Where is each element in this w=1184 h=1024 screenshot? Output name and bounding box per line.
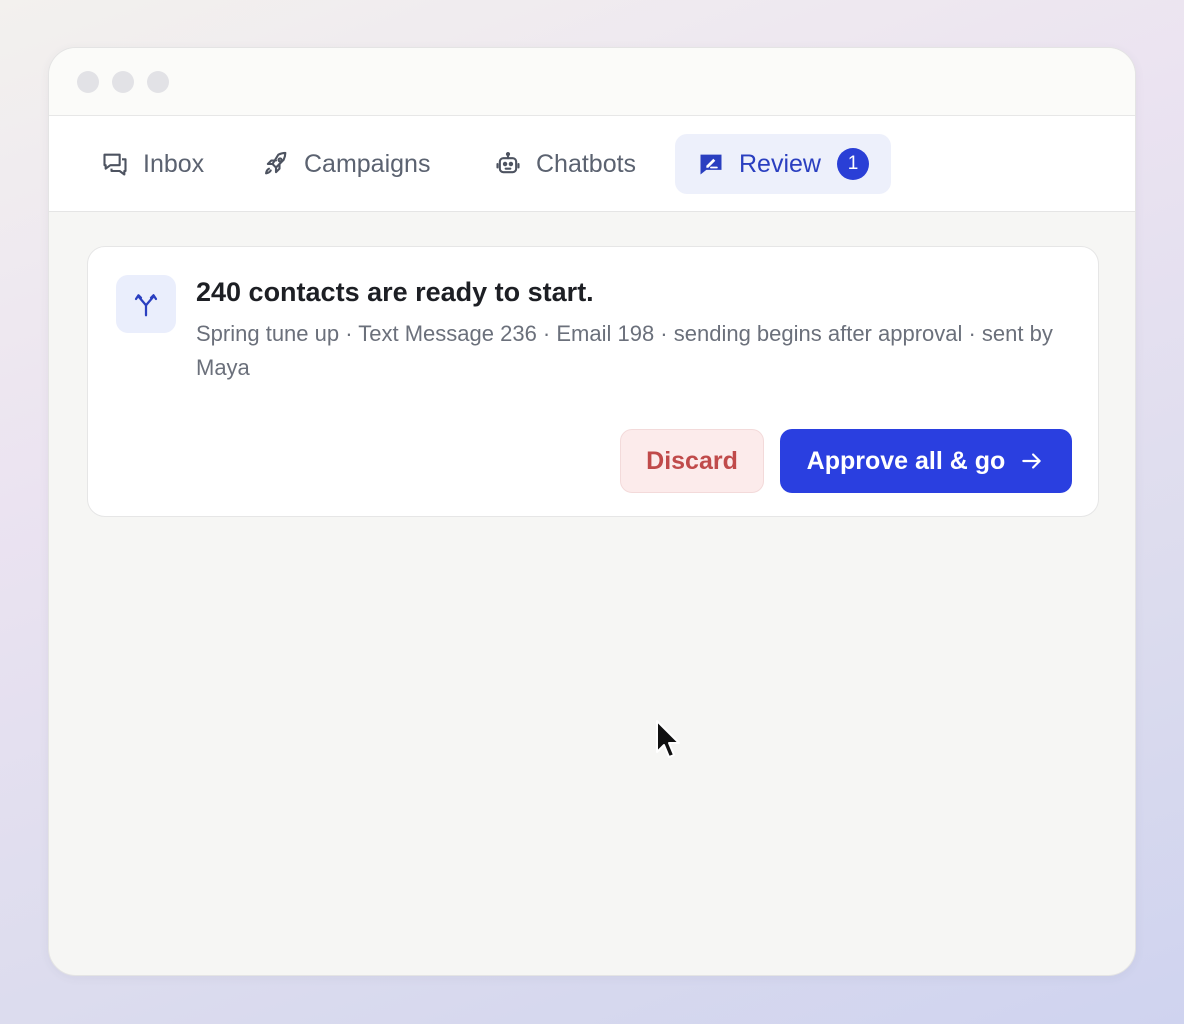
- arrow-right-icon: [1022, 453, 1041, 469]
- tab-review[interactable]: Review 1: [675, 134, 891, 194]
- window-close-button[interactable]: [77, 70, 99, 93]
- tab-campaigns-label: Campaigns: [304, 149, 431, 178]
- title-bar: [49, 48, 1135, 116]
- app-window: Inbox Campaigns Chatbots Review 1 240 co…: [48, 47, 1136, 976]
- review-count-badge: 1: [836, 148, 869, 180]
- mouse-cursor-icon: [656, 720, 680, 758]
- window-minimize-button[interactable]: [112, 70, 134, 93]
- discard-button-label: Discard: [646, 446, 738, 475]
- card-icon-tile: [116, 275, 176, 333]
- split-arrows-icon: [134, 294, 158, 317]
- window-zoom-button[interactable]: [147, 70, 169, 93]
- card-title: 240 contacts are ready to start.: [196, 277, 594, 307]
- discard-button[interactable]: Discard: [620, 429, 764, 493]
- tab-inbox[interactable]: Inbox: [79, 134, 226, 194]
- tab-inbox-label: Inbox: [143, 149, 205, 178]
- tab-chatbots-label: Chatbots: [536, 149, 637, 178]
- tab-chatbots[interactable]: Chatbots: [472, 134, 658, 194]
- card-subtitle: Spring tune up · Text Message 236 · Emai…: [196, 321, 1053, 380]
- approve-button-label: Approve all & go: [806, 446, 1006, 475]
- tab-bar: Inbox Campaigns Chatbots Review 1: [49, 116, 1135, 212]
- tab-review-label: Review: [739, 149, 821, 178]
- rocket-icon: [265, 151, 287, 175]
- approve-all-button[interactable]: Approve all & go: [780, 429, 1072, 493]
- approval-card: 240 contacts are ready to start. Spring …: [87, 246, 1099, 517]
- robot-icon: [496, 151, 520, 174]
- tab-campaigns[interactable]: Campaigns: [240, 134, 452, 194]
- review-sign-icon: [700, 154, 722, 175]
- inbox-chat-icon: [103, 153, 127, 176]
